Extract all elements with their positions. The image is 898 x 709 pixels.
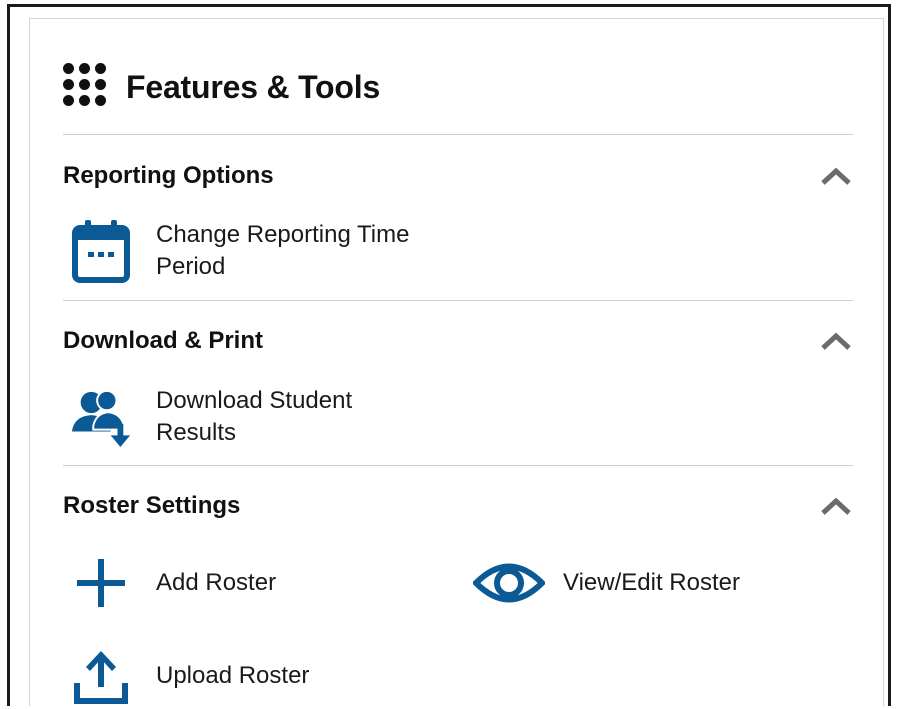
download-student-results-link[interactable]: Download Student Results xyxy=(70,384,352,450)
dots-grid-icon xyxy=(63,63,111,111)
chevron-up-icon[interactable] xyxy=(820,331,852,351)
plus-icon xyxy=(70,550,132,616)
item-label-add-roster: Add Roster xyxy=(156,569,277,596)
users-download-icon xyxy=(70,384,132,450)
section-title-roster-settings: Roster Settings xyxy=(63,492,241,519)
item-label-download-student-results: Download Student Results xyxy=(156,387,353,446)
item-label-change-reporting-time-period: Change Reporting Time Period xyxy=(156,221,410,280)
item-label-view-edit-roster: View/Edit Roster xyxy=(563,569,740,596)
upload-roster-link[interactable]: Upload Roster xyxy=(70,643,309,709)
chevron-up-icon[interactable] xyxy=(820,496,852,516)
view-edit-roster-link[interactable]: View/Edit Roster xyxy=(473,550,740,616)
calendar-icon xyxy=(70,218,132,284)
eye-icon xyxy=(473,550,545,616)
add-roster-link[interactable]: Add Roster xyxy=(70,550,276,616)
divider xyxy=(63,300,853,301)
chevron-up-icon[interactable] xyxy=(820,166,852,186)
divider xyxy=(63,465,853,466)
change-reporting-time-period-link[interactable]: Change Reporting Time Period xyxy=(70,218,409,284)
divider xyxy=(63,134,853,135)
panel-title: Features & Tools xyxy=(126,68,381,105)
item-label-upload-roster: Upload Roster xyxy=(156,662,310,689)
panel-header: Features & Tools xyxy=(63,62,380,112)
upload-icon xyxy=(70,643,132,709)
section-title-reporting-options: Reporting Options xyxy=(63,162,274,189)
section-title-download-print: Download & Print xyxy=(63,327,263,354)
